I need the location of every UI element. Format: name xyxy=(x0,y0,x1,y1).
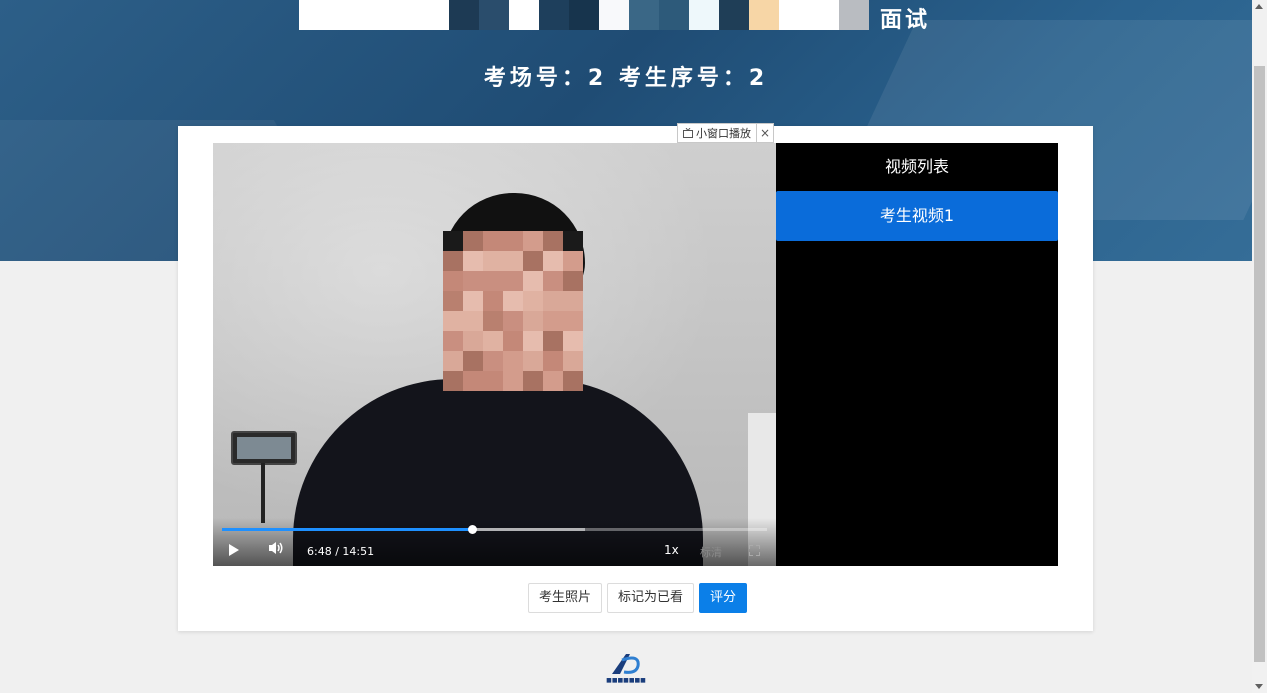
scroll-up-icon[interactable] xyxy=(1255,4,1263,9)
scrollbar[interactable] xyxy=(1252,0,1267,693)
playlist-title: 视频列表 xyxy=(884,157,949,176)
pip-toolbar: 小窗口播放 × xyxy=(677,123,774,143)
time-display: 6:48 / 14:51 xyxy=(307,545,375,558)
scroll-thumb[interactable] xyxy=(1254,66,1265,662)
pixelated-face xyxy=(443,231,583,401)
played-bar xyxy=(222,528,472,531)
video-playlist: 视频列表 考生视频1 xyxy=(776,143,1058,566)
action-bar: 考生照片 标记为已看 评分 xyxy=(528,583,748,613)
volume-icon[interactable] xyxy=(268,541,284,559)
title-mosaic xyxy=(299,0,869,30)
pip-close-icon[interactable]: × xyxy=(757,124,773,142)
candidate-photo-button[interactable]: 考生照片 xyxy=(528,583,603,613)
playlist-item-video-1[interactable]: 考生视频1 xyxy=(776,191,1058,241)
progress-knob[interactable] xyxy=(467,525,477,534)
tv-icon xyxy=(683,128,693,138)
page-title: 面试 xyxy=(880,8,931,33)
video-player[interactable]: 6:48 / 14:51 1x 标清 xyxy=(213,143,776,566)
company-logo: ■■■■■■■ xyxy=(600,650,652,688)
pip-button[interactable]: 小窗口播放 xyxy=(678,124,757,142)
scroll-down-icon[interactable] xyxy=(1255,684,1263,689)
phone-image xyxy=(231,431,297,465)
mark-watched-button[interactable]: 标记为已看 xyxy=(607,583,695,613)
player-controls: 6:48 / 14:51 1x 标清 xyxy=(213,518,776,566)
quality-selector[interactable]: 标清 xyxy=(700,544,722,560)
progress-bar[interactable] xyxy=(222,525,767,534)
score-button[interactable]: 评分 xyxy=(699,583,748,613)
exam-info: 考场号：2 考生序号：2 xyxy=(483,66,769,91)
playback-rate[interactable]: 1x xyxy=(664,543,679,557)
fullscreen-icon[interactable] xyxy=(749,545,760,556)
play-icon[interactable] xyxy=(229,544,239,556)
pip-label: 小窗口播放 xyxy=(696,127,751,140)
